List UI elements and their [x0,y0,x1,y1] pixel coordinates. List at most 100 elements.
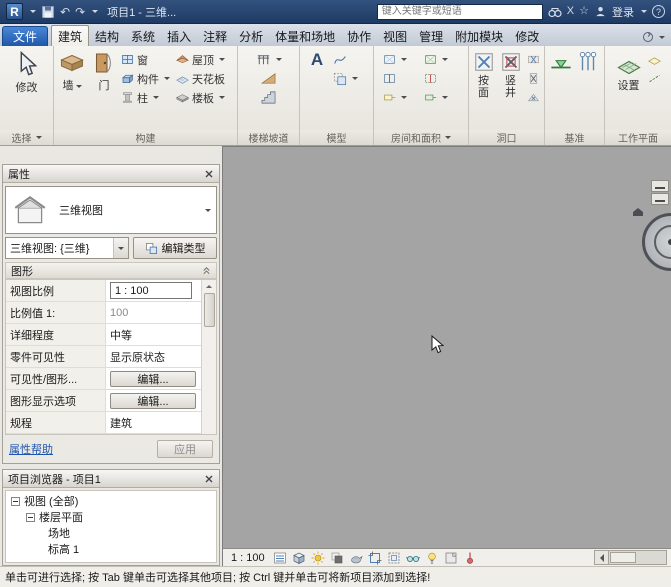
drawing-canvas[interactable]: 1 : 100 [222,146,671,566]
show-crop-region-icon[interactable] [386,550,402,565]
stair-button[interactable] [259,88,278,107]
tree-item-views[interactable]: 视图 (全部) [6,493,216,509]
tab-file[interactable]: 文件 [2,26,48,46]
scroll-thumb[interactable] [204,293,215,327]
shadows-icon[interactable] [329,550,345,565]
rendering-dialog-icon[interactable] [348,550,364,565]
window-button[interactable]: 窗 [119,50,173,69]
horizontal-scrollbar[interactable] [594,550,667,566]
collapse-icon[interactable] [26,513,35,522]
tab-manage[interactable]: 管理 [413,26,449,46]
tag-room-button[interactable] [381,88,421,107]
exchange-apps-icon[interactable]: X [567,6,574,17]
railing-button[interactable] [254,50,284,69]
apply-button[interactable]: 应用 [157,440,213,458]
tab-massing-site[interactable]: 体量和场地 [269,26,341,46]
ref-plane-button[interactable] [646,69,663,88]
scale-button[interactable]: 1 : 100 [227,552,269,564]
parts-visibility-value[interactable]: 显示原状态 [106,346,216,367]
save-icon[interactable] [41,5,55,19]
panel-label-room-area[interactable]: 房间和面积 [374,130,468,145]
wall-opening-button[interactable] [525,50,542,69]
room-button[interactable] [381,50,421,69]
tab-addins[interactable]: 附加模块 [449,26,509,46]
column-button[interactable]: 柱 [119,88,173,107]
level-button[interactable] [548,48,574,130]
tab-collaborate[interactable]: 协作 [341,26,377,46]
temporary-hide-isolate-icon[interactable] [405,550,421,565]
detail-level-value[interactable]: 中等 [106,324,216,345]
tab-structure[interactable]: 结构 [89,26,125,46]
star-icon[interactable]: ☆ [579,6,589,17]
tab-architecture[interactable]: 建筑 [51,25,89,46]
show-workplane-button[interactable] [646,50,663,69]
tab-annotate[interactable]: 注释 [197,26,233,46]
view-window-controls[interactable] [651,180,669,206]
discipline-value[interactable]: 建筑 [106,412,216,433]
scroll-up-icon[interactable] [202,280,216,293]
set-workplane-button[interactable]: 设置 [613,48,645,130]
tree-item-floor-plans[interactable]: 楼层平面 [6,509,216,525]
user-icon[interactable] [594,5,607,18]
shaft-button[interactable]: 竖井 [498,48,524,130]
component-button[interactable]: 构件 [119,69,173,88]
temporary-view-properties-icon[interactable] [443,550,459,565]
ribbon-display-toggle[interactable] [642,31,671,46]
tree-item-level-1[interactable]: 标高 1 [6,541,216,557]
section-header-graphics[interactable]: 图形 [5,262,217,279]
roof-button[interactable]: 屋顶 [174,50,236,69]
qat-caret-icon[interactable] [92,10,98,13]
room-separator-button[interactable] [381,69,421,88]
properties-close-icon[interactable] [204,169,214,179]
revit-logo[interactable]: R [6,3,23,20]
project-browser-close-icon[interactable] [204,474,214,484]
tab-insert[interactable]: 插入 [161,26,197,46]
view-scale-value[interactable]: 1 : 100 [110,282,192,299]
wheel-home-icon[interactable] [632,207,644,217]
model-group-button[interactable] [331,69,369,88]
sun-path-icon[interactable] [310,550,326,565]
detail-level-icon[interactable] [272,550,288,565]
panel-label-select[interactable]: 选择 [0,130,53,145]
scroll-left-icon[interactable] [594,550,609,565]
visual-style-icon[interactable] [291,550,307,565]
opening-by-face-button[interactable]: 按面 [471,48,497,130]
section-collapse-icon[interactable] [202,266,211,275]
tab-view[interactable]: 视图 [377,26,413,46]
restore-icon[interactable] [651,193,669,205]
properties-help-link[interactable]: 属性帮助 [9,441,53,457]
dormer-opening-button[interactable] [525,88,542,107]
tree-item-site[interactable]: 场地 [6,525,216,541]
scroll-track[interactable] [609,550,667,565]
properties-title-bar[interactable]: 属性 [3,165,219,183]
help-icon[interactable]: ? [652,5,665,18]
area-button[interactable] [422,50,462,69]
tab-modify[interactable]: 修改 [509,26,545,46]
visibility-graphics-edit-button[interactable]: 编辑... [110,371,196,387]
ramp-button[interactable] [259,69,278,88]
properties-scrollbar[interactable] [201,280,216,434]
undo-icon[interactable]: ↶ [60,6,70,18]
area-boundary-button[interactable] [422,69,462,88]
vertical-opening-button[interactable] [525,69,542,88]
crop-view-icon[interactable] [367,550,383,565]
edit-type-button[interactable]: 编辑类型 [133,237,217,259]
model-text-button[interactable]: A [304,48,330,130]
app-menu-caret-icon[interactable] [30,10,36,13]
show-constraints-icon[interactable] [462,550,478,565]
floor-button[interactable]: 楼板 [174,88,236,107]
redo-icon[interactable]: ↷ [75,6,85,18]
door-button[interactable]: 门 [90,48,118,130]
view-selector-dropdown[interactable]: 三维视图: {三维} [5,237,129,259]
model-line-button[interactable] [331,50,369,69]
reveal-hidden-elements-icon[interactable] [424,550,440,565]
signin-caret-icon[interactable] [641,10,647,13]
ceiling-button[interactable]: 天花板 [174,69,236,88]
wall-button[interactable]: 墙 [55,48,89,130]
type-selector[interactable]: 三维视图 [5,186,217,234]
collapse-icon[interactable] [11,497,20,506]
signin-label[interactable]: 登录 [612,4,634,20]
steering-wheel[interactable] [642,213,671,271]
project-browser-title-bar[interactable]: 项目浏览器 - 项目1 [3,470,219,488]
scroll-thumb[interactable] [610,552,636,563]
